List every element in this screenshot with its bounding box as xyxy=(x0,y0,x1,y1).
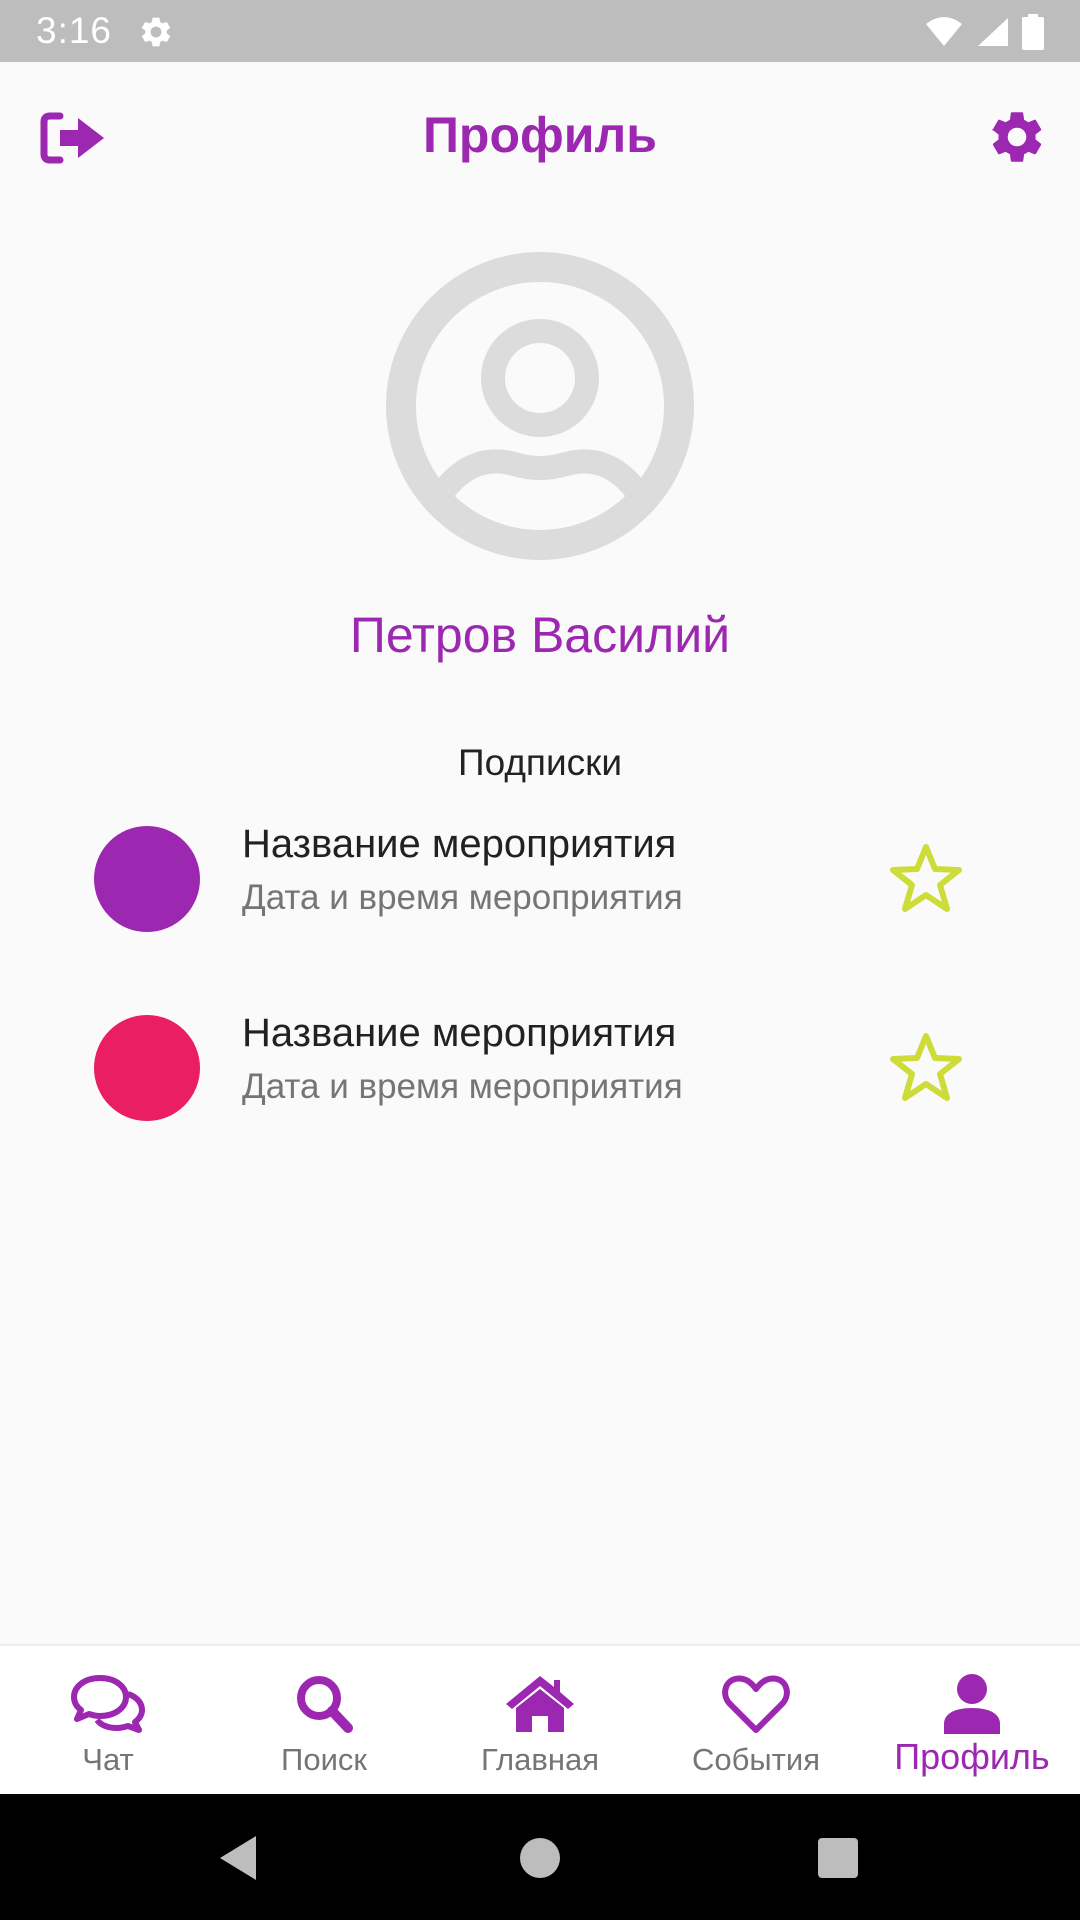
chat-bubbles-icon xyxy=(71,1675,145,1733)
bottom-navigation: Чат Поиск Главная События Профиль xyxy=(0,1644,1080,1794)
battery-icon xyxy=(1022,14,1044,50)
nav-item-profile[interactable]: Профиль xyxy=(864,1646,1080,1796)
subscriptions-title: Подписки xyxy=(457,742,622,783)
profile-screen: 3:16 Профиль Петров Василий Подписки Наз… xyxy=(0,0,1080,1920)
person-icon xyxy=(944,1674,1000,1734)
settings-icon xyxy=(141,17,171,47)
account-circle-icon[interactable] xyxy=(386,252,694,560)
event-name: Название мероприятия xyxy=(242,822,677,866)
nav-label: Главная xyxy=(481,1742,599,1777)
search-icon xyxy=(297,1676,353,1733)
nav-label: Поиск xyxy=(281,1742,367,1777)
list-item[interactable]: Название мероприятия Дата и время меропр… xyxy=(0,1001,1080,1121)
nav-label: Чат xyxy=(82,1742,134,1777)
status-bar: 3:16 xyxy=(0,0,1080,62)
nav-item-home[interactable]: Главная xyxy=(432,1646,648,1796)
gear-icon[interactable] xyxy=(986,106,1048,168)
star-outline-icon[interactable] xyxy=(888,842,964,914)
back-icon[interactable] xyxy=(212,1830,268,1886)
app-header: Профиль xyxy=(0,62,1080,212)
nav-label: События xyxy=(692,1742,820,1777)
event-date: Дата и время мероприятия xyxy=(242,1067,683,1106)
nav-item-events[interactable]: События xyxy=(648,1646,864,1796)
star-outline-icon[interactable] xyxy=(888,1031,964,1103)
recents-icon[interactable] xyxy=(810,1830,866,1886)
nav-item-search[interactable]: Поиск xyxy=(216,1646,432,1796)
nav-label: Профиль xyxy=(894,1736,1050,1777)
event-date: Дата и время мероприятия xyxy=(242,878,683,917)
event-name: Название мероприятия xyxy=(242,1011,677,1055)
signal-icon xyxy=(978,18,1008,46)
list-item[interactable]: Название мероприятия Дата и время меропр… xyxy=(0,812,1080,932)
system-navigation-bar xyxy=(0,1794,1080,1920)
heart-outline-icon xyxy=(722,1675,790,1733)
home-circle-icon[interactable] xyxy=(512,1830,568,1886)
user-name: Петров Василий xyxy=(349,607,731,663)
status-time: 3:16 xyxy=(36,10,113,51)
page-title: Профиль xyxy=(422,107,657,163)
event-avatar xyxy=(94,826,200,932)
nav-item-chat[interactable]: Чат xyxy=(0,1646,216,1796)
event-avatar xyxy=(94,1015,200,1121)
home-icon xyxy=(506,1676,574,1732)
wifi-icon xyxy=(926,17,962,46)
status-icons xyxy=(924,14,1044,50)
